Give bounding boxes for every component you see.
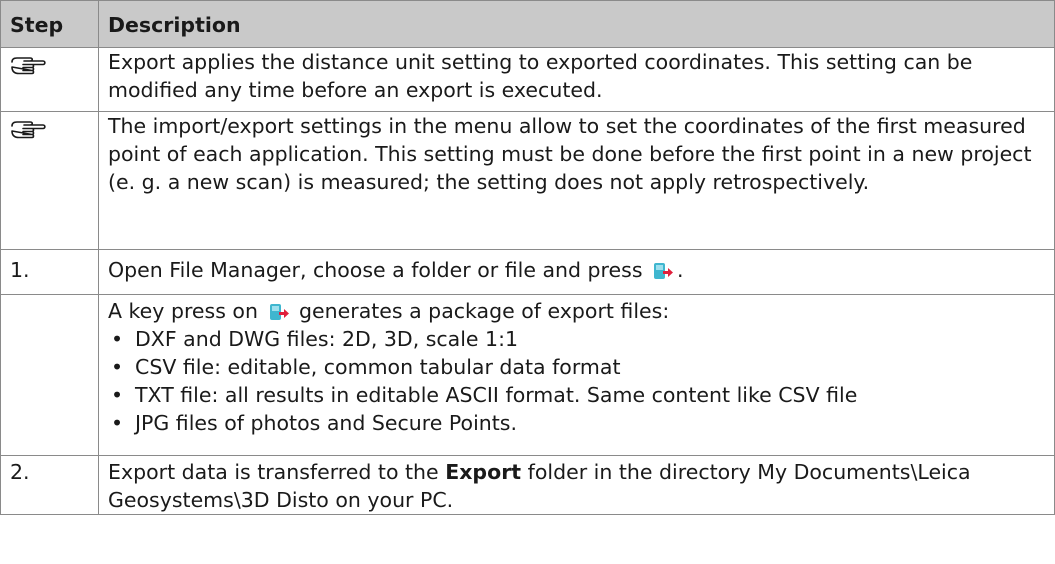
step-number bbox=[0, 294, 99, 456]
table-row: Export applies the distance unit setting… bbox=[0, 47, 1055, 112]
step-cell bbox=[0, 111, 99, 250]
pointing-hand-icon bbox=[11, 121, 46, 139]
list-item: TXT file: all results in editable ASCII … bbox=[108, 381, 1048, 409]
description-cell: The import/export settings in the menu a… bbox=[98, 111, 1055, 250]
list-item: DXF and DWG files: 2D, 3D, scale 1:1 bbox=[108, 325, 1048, 353]
step-cell bbox=[0, 47, 99, 112]
table-row: 1. Open File Manager, choose a folder or… bbox=[0, 249, 1055, 295]
list-item: JPG files of photos and Secure Points. bbox=[108, 409, 1048, 437]
step-number: 1. bbox=[0, 249, 99, 295]
description-text: Open File Manager, choose a folder or fi… bbox=[108, 258, 643, 282]
export-folder-name: Export bbox=[445, 460, 522, 484]
description-text-end: . bbox=[677, 258, 684, 282]
header-step: Step bbox=[0, 0, 99, 48]
description-cell: A key press on generates a package of ex… bbox=[98, 294, 1055, 456]
export-icon bbox=[654, 263, 674, 279]
description-intro: A key press on generates a package of ex… bbox=[108, 297, 1048, 325]
description-text: Export data is transferred to the bbox=[108, 460, 439, 484]
description-cell: Export data is transferred to the Export… bbox=[98, 455, 1055, 515]
step-description-table: Step Description Export applies the dist… bbox=[0, 0, 1055, 515]
table-header-row: Step Description bbox=[0, 0, 1055, 48]
table-row: A key press on generates a package of ex… bbox=[0, 294, 1055, 456]
table-row: 2. Export data is transferred to the Exp… bbox=[0, 455, 1055, 515]
step-number: 2. bbox=[0, 455, 99, 515]
list-item: CSV file: editable, common tabular data … bbox=[108, 353, 1048, 381]
description-cell: Open File Manager, choose a folder or fi… bbox=[98, 249, 1055, 295]
description-text-end: generates a package of export files: bbox=[299, 299, 670, 323]
pointing-hand-icon bbox=[11, 57, 46, 75]
table-row: The import/export settings in the menu a… bbox=[0, 111, 1055, 250]
export-file-list: DXF and DWG files: 2D, 3D, scale 1:1 CSV… bbox=[108, 325, 1048, 437]
description-text: A key press on bbox=[108, 299, 258, 323]
description-cell: Export applies the distance unit setting… bbox=[98, 47, 1055, 112]
header-description: Description bbox=[98, 0, 1055, 48]
export-icon bbox=[269, 304, 289, 320]
